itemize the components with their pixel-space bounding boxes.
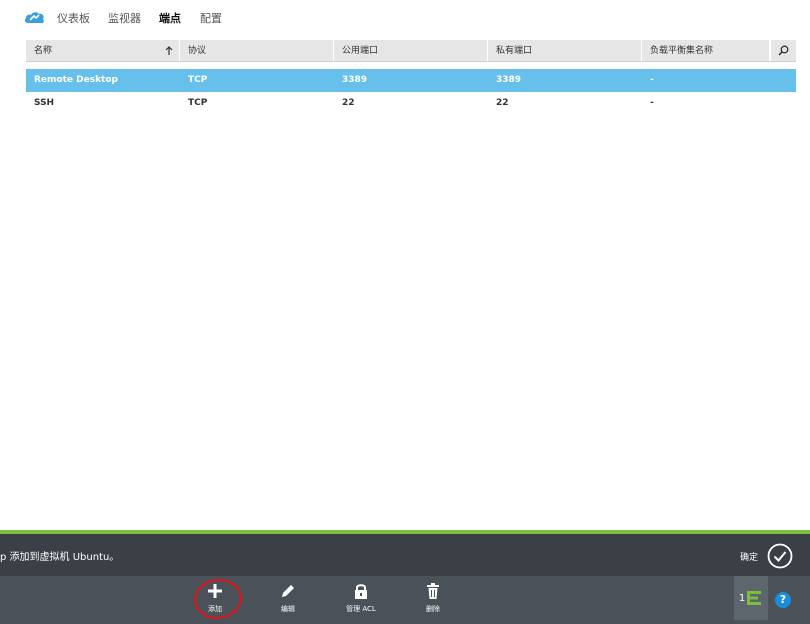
pencil-icon <box>282 585 294 597</box>
operations-count: 1 <box>738 592 746 604</box>
table-row[interactable]: SSH TCP 22 22 - <box>26 92 796 115</box>
sort-ascending-icon[interactable] <box>165 46 173 56</box>
manage-acl-button[interactable]: 管理 ACL <box>336 582 386 620</box>
cell-protocol: TCP <box>188 98 208 108</box>
azure-cloud-icon <box>24 12 44 24</box>
delete-button[interactable]: 删除 <box>408 582 458 620</box>
column-header-label: 协议 <box>188 46 207 56</box>
grid-search-button[interactable] <box>770 40 796 61</box>
column-header-label: 名称 <box>34 46 53 56</box>
cell-lb-set: - <box>650 98 654 108</box>
delete-button-label: 删除 <box>426 605 440 613</box>
trash-icon <box>427 583 439 599</box>
operations-count-button[interactable]: 1 <box>734 576 768 620</box>
grid-header: 名称 协议 公用端口 私有端口 负载平衡集名称 <box>26 40 796 62</box>
cell-name: Remote Desktop <box>34 75 118 85</box>
edit-button[interactable]: 编辑 <box>263 582 313 620</box>
cell-name: SSH <box>34 98 55 108</box>
table-row[interactable]: Remote Desktop TCP 3389 3389 - <box>26 69 796 92</box>
notification-bar: p 添加到虚拟机 Ubuntu。 确定 <box>0 534 810 576</box>
tab-configure[interactable]: 配置 <box>200 12 222 26</box>
cell-private-port: 3389 <box>496 75 522 85</box>
column-header-private-port[interactable]: 私有端口 <box>488 40 642 61</box>
grid-rows: Remote Desktop TCP 3389 3389 - SSH TCP 2… <box>26 69 796 115</box>
operations-list-icon <box>747 591 762 605</box>
manage-acl-button-label: 管理 ACL <box>346 605 376 613</box>
command-bar: 添加 编辑 管理 ACL 删除 <box>0 576 810 624</box>
cell-public-port: 22 <box>342 98 355 108</box>
help-icon[interactable]: ? <box>775 592 791 608</box>
column-header-label: 负载平衡集名称 <box>650 46 714 56</box>
endpoints-grid: 名称 协议 公用端口 私有端口 负载平衡集名称 Remote Desktop T… <box>26 40 796 115</box>
cell-public-port: 3389 <box>342 75 368 85</box>
cell-private-port: 22 <box>496 98 509 108</box>
cell-protocol: TCP <box>188 75 208 85</box>
lock-icon <box>355 584 367 599</box>
cell-lb-set: - <box>650 75 654 85</box>
confirm-label[interactable]: 确定 <box>740 550 758 563</box>
column-header-label: 私有端口 <box>496 46 533 56</box>
notification-message: p 添加到虚拟机 Ubuntu。 <box>0 552 120 563</box>
tab-dashboard[interactable]: 仪表板 <box>57 12 90 26</box>
tab-endpoints[interactable]: 端点 <box>159 12 181 26</box>
column-header-protocol[interactable]: 协议 <box>180 40 334 61</box>
column-header-lb-set[interactable]: 负载平衡集名称 <box>642 40 770 61</box>
search-icon <box>778 45 789 56</box>
edit-button-label: 编辑 <box>281 605 295 613</box>
checkmark-circle-icon[interactable] <box>767 543 793 569</box>
tab-monitor[interactable]: 监视器 <box>108 12 141 26</box>
top-navigation: 仪表板 监视器 端点 配置 <box>0 0 810 38</box>
column-header-label: 公用端口 <box>342 46 379 56</box>
column-header-public-port[interactable]: 公用端口 <box>334 40 488 61</box>
column-header-name[interactable]: 名称 <box>26 40 180 61</box>
